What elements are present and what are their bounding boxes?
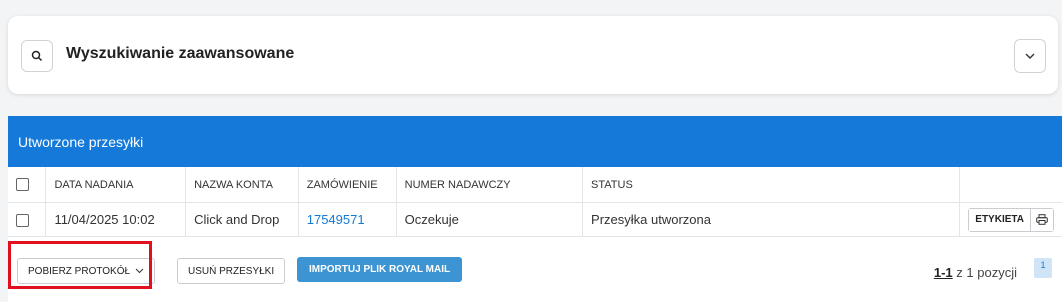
chevron-down-icon [1025,53,1035,59]
table-row: 11/04/2025 10:02 Click and Drop 17549571… [8,202,1062,237]
pagination-suffix: z 1 pozycji [956,265,1017,280]
print-button[interactable] [1031,208,1053,231]
column-header-actions [959,167,1062,203]
select-all-checkbox[interactable] [16,178,29,191]
order-link[interactable]: 17549571 [307,212,365,227]
cell-account: Click and Drop [185,202,299,237]
table-footer: POBIERZ PROTOKÓŁ USUŃ PRZESYŁKI IMPORTUJ… [8,241,1062,302]
column-header-tracking[interactable]: NUMER NADAWCZY [396,167,584,203]
row-checkbox[interactable] [16,214,29,228]
cell-order: 17549571 [298,202,397,237]
advanced-search-title[interactable]: Wyszukiwanie zaawansowane [66,45,294,63]
download-protocol-label: POBIERZ PROTOKÓŁ [28,265,131,277]
column-header-account[interactable]: NAZWA KONTA [185,167,299,203]
label-actions: ETYKIETA [968,207,1054,232]
search-button[interactable] [21,40,53,72]
cell-date: 11/04/2025 10:02 [45,202,187,237]
page-button-1[interactable]: 1 [1034,258,1052,278]
advanced-search-card: Wyszukiwanie zaawansowane [8,16,1058,94]
cell-status: Przesyłka utworzona [582,202,961,237]
search-icon [31,50,43,62]
shipments-table: DATA NADANIA NAZWA KONTA ZAMÓWIENIE NUME… [8,167,1062,237]
printer-icon [1036,214,1048,225]
import-royal-mail-button[interactable]: IMPORTUJ PLIK ROYAL MAIL [297,257,463,282]
delete-shipments-button[interactable]: USUŃ PRZESYŁKI [177,258,286,284]
column-header-date[interactable]: DATA NADANIA [45,167,187,203]
cell-actions: ETYKIETA [959,202,1062,237]
pagination-info: 1-1 z 1 pozycji [934,265,1017,280]
column-header-status[interactable]: STATUS [582,167,961,203]
cell-tracking: Oczekuje [396,202,584,237]
pagination-range[interactable]: 1-1 [934,265,953,280]
expand-search-button[interactable] [1014,39,1046,73]
label-button[interactable]: ETYKIETA [969,208,1031,231]
chevron-down-icon [135,268,144,274]
shipments-panel: Utworzone przesyłki DATA NADANIA NAZWA K… [8,116,1062,302]
row-select-cell [8,202,47,237]
download-protocol-button[interactable]: POBIERZ PROTOKÓŁ [17,258,156,284]
select-all-cell [8,167,47,203]
table-header-row: DATA NADANIA NAZWA KONTA ZAMÓWIENIE NUME… [8,167,1062,203]
panel-title: Utworzone przesyłki [8,116,1062,167]
column-header-order[interactable]: ZAMÓWIENIE [298,167,397,203]
